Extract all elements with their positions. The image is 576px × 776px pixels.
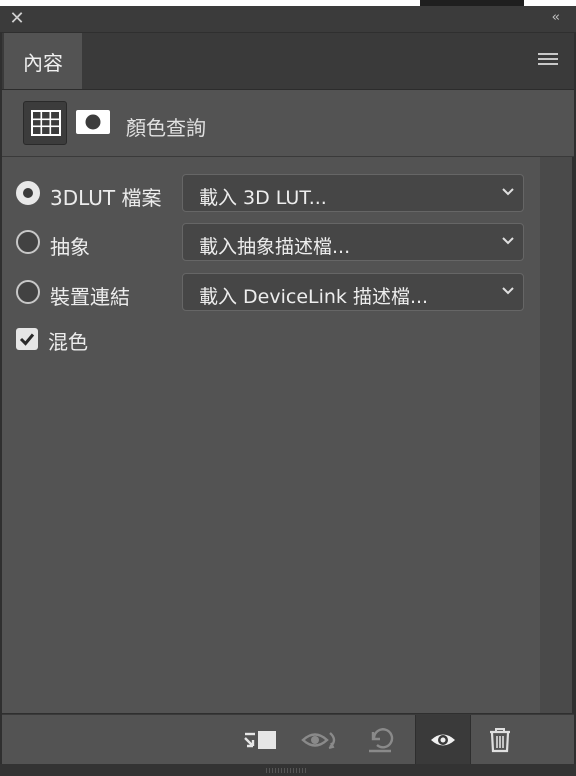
radio-3dlut[interactable] — [16, 181, 40, 205]
radio-devicelink[interactable] — [16, 280, 40, 304]
row-abstract: 抽象 載入抽象描述檔... — [16, 223, 526, 263]
radio-label-3dlut: 3DLUT 檔案 — [50, 186, 162, 210]
chevron-down-icon — [502, 237, 514, 245]
select-value: 載入抽象描述檔... — [199, 236, 351, 258]
reset-button[interactable] — [358, 715, 402, 765]
scrollbar-track[interactable] — [540, 157, 572, 713]
row-devicelink: 裝置連結 載入 DeviceLink 描述檔... — [16, 273, 526, 313]
properties-panel: ✕ ‹‹ 內容 顏色查詢 3DLUT 檔案 載入 3D LUT... 抽象 載入… — [0, 0, 576, 776]
resize-grip[interactable] — [266, 768, 306, 773]
color-lookup-adjustment-icon[interactable] — [23, 101, 67, 145]
view-previous-state-icon — [301, 732, 336, 749]
panel-footer — [2, 714, 574, 765]
row-3dlut: 3DLUT 檔案 載入 3D LUT... — [16, 174, 526, 214]
adjustment-title: 顏色查詢 — [126, 116, 206, 140]
tab-properties[interactable]: 內容 — [4, 33, 82, 89]
select-3dlut[interactable]: 載入 3D LUT... — [182, 174, 524, 212]
collapse-icon[interactable]: ‹‹ — [552, 10, 561, 25]
delete-button[interactable] — [478, 715, 522, 765]
checkmark-icon — [19, 333, 35, 346]
chevron-down-icon — [502, 188, 514, 196]
tab-label: 內容 — [23, 50, 63, 75]
dither-checkbox[interactable] — [16, 328, 38, 350]
toggle-visibility-button[interactable] — [415, 715, 471, 765]
reset-icon — [369, 728, 394, 753]
panel-menu-icon[interactable] — [538, 53, 558, 67]
tab-bar: 內容 — [2, 33, 574, 90]
visibility-eye-icon — [431, 734, 455, 746]
radio-label-abstract: 抽象 — [50, 235, 90, 259]
adjustment-header: 顏色查詢 — [2, 90, 574, 157]
chevron-down-icon — [502, 287, 514, 295]
close-icon[interactable]: ✕ — [9, 10, 25, 28]
trash-icon — [490, 728, 510, 753]
view-previous-state-button[interactable] — [298, 715, 342, 765]
select-abstract[interactable]: 載入抽象描述檔... — [182, 223, 524, 261]
select-devicelink[interactable]: 載入 DeviceLink 描述檔... — [182, 273, 524, 311]
dither-label: 混色 — [48, 330, 88, 354]
clip-to-layer-button[interactable] — [238, 715, 282, 765]
radio-label-devicelink: 裝置連結 — [50, 285, 130, 309]
layer-mask-icon[interactable] — [76, 110, 110, 138]
select-value: 載入 3D LUT... — [199, 187, 327, 209]
radio-abstract[interactable] — [16, 230, 40, 254]
clip-to-layer-icon — [244, 731, 276, 749]
panel-title-bar: ✕ ‹‹ — [0, 6, 576, 32]
select-value: 載入 DeviceLink 描述檔... — [199, 286, 429, 308]
